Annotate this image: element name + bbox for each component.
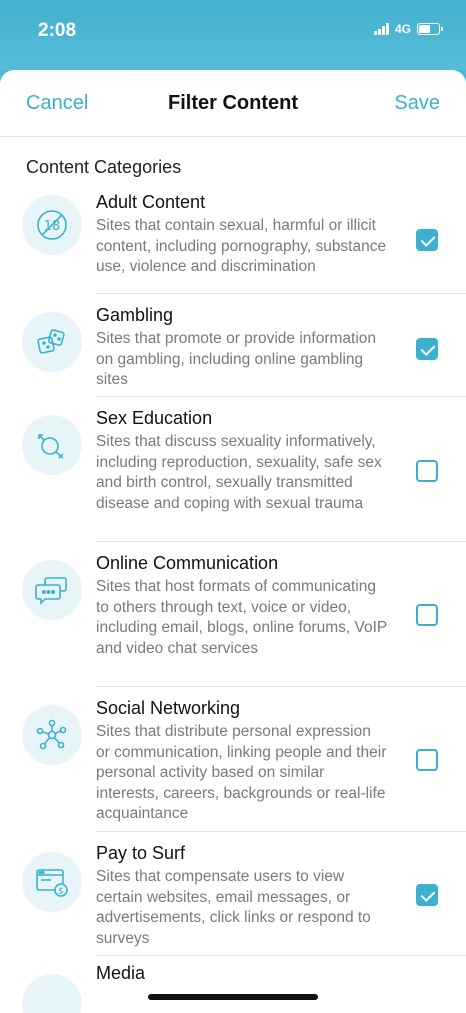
pay-browser-icon: $ (22, 852, 82, 912)
category-title: Online Communication (96, 553, 279, 573)
dice-icon (22, 312, 82, 372)
sex-education-checkbox[interactable] (416, 460, 438, 482)
category-body: Media (96, 956, 388, 1013)
category-title: Adult Content (96, 192, 206, 212)
category-row-adult-content: 18 Adult Content Sites that contain sexu… (0, 181, 466, 294)
network-icon (22, 705, 82, 765)
category-description: Sites that contain sexual, harmful or il… (96, 217, 387, 275)
category-body: Sex Education Sites that discuss sexuali… (96, 397, 388, 542)
category-description: Sites that discuss sexuality informative… (96, 433, 382, 512)
category-row-pay-to-surf: $ Pay to Surf Sites that compensate user… (0, 832, 466, 956)
category-description: Sites that promote or provide informatio… (96, 330, 376, 388)
category-body: Pay to Surf Sites that compensate users … (96, 832, 388, 956)
category-row-online-communication: Online Communication Sites that host for… (0, 542, 466, 687)
status-time: 2:08 (38, 20, 77, 41)
category-description: Sites that compensate users to view cert… (96, 868, 371, 947)
gambling-checkbox[interactable] (416, 338, 438, 360)
svg-text:18: 18 (44, 219, 61, 234)
network-label: 4G (394, 22, 411, 36)
save-button[interactable]: Save (394, 92, 440, 115)
status-indicators: 4G (373, 22, 443, 36)
nav-bar: Cancel Filter Content Save (0, 70, 466, 137)
social-networking-checkbox[interactable] (416, 749, 438, 771)
category-title: Social Networking (96, 698, 241, 718)
category-row-social-networking: Social Networking Sites that distribute … (0, 687, 466, 832)
category-body: Gambling Sites that promote or provide i… (96, 294, 388, 397)
gender-icon (22, 415, 82, 475)
category-description: Sites that host formats of communicating… (96, 578, 387, 657)
home-indicator[interactable] (148, 994, 318, 1000)
category-body: Adult Content Sites that contain sexual,… (96, 181, 388, 294)
online-communication-checkbox[interactable] (416, 604, 438, 626)
category-body: Online Communication Sites that host for… (96, 542, 388, 687)
category-row-media: Media (0, 956, 466, 1013)
signal-icon (373, 23, 389, 35)
filter-content-sheet: Cancel Filter Content Save Content Categ… (0, 70, 466, 1013)
category-body: Social Networking Sites that distribute … (96, 687, 388, 832)
adult-content-checkbox[interactable] (416, 229, 438, 251)
status-bar: 2:08 4G (0, 0, 466, 70)
adult-18-icon: 18 (22, 195, 82, 255)
pay-to-surf-checkbox[interactable] (416, 884, 438, 906)
category-list: 18 Adult Content Sites that contain sexu… (0, 181, 466, 1013)
section-header: Content Categories (26, 157, 182, 177)
category-title: Media (96, 963, 146, 983)
media-icon (22, 974, 82, 1013)
svg-text:$: $ (58, 887, 64, 897)
battery-icon (417, 23, 443, 35)
category-row-sex-education: Sex Education Sites that discuss sexuali… (0, 397, 466, 542)
category-description: Sites that distribute personal expressio… (96, 723, 387, 822)
category-title: Pay to Surf (96, 843, 186, 863)
chat-bubbles-icon (22, 560, 82, 620)
category-title: Gambling (96, 305, 174, 325)
category-row-gambling: Gambling Sites that promote or provide i… (0, 294, 466, 397)
category-title: Sex Education (96, 408, 213, 428)
